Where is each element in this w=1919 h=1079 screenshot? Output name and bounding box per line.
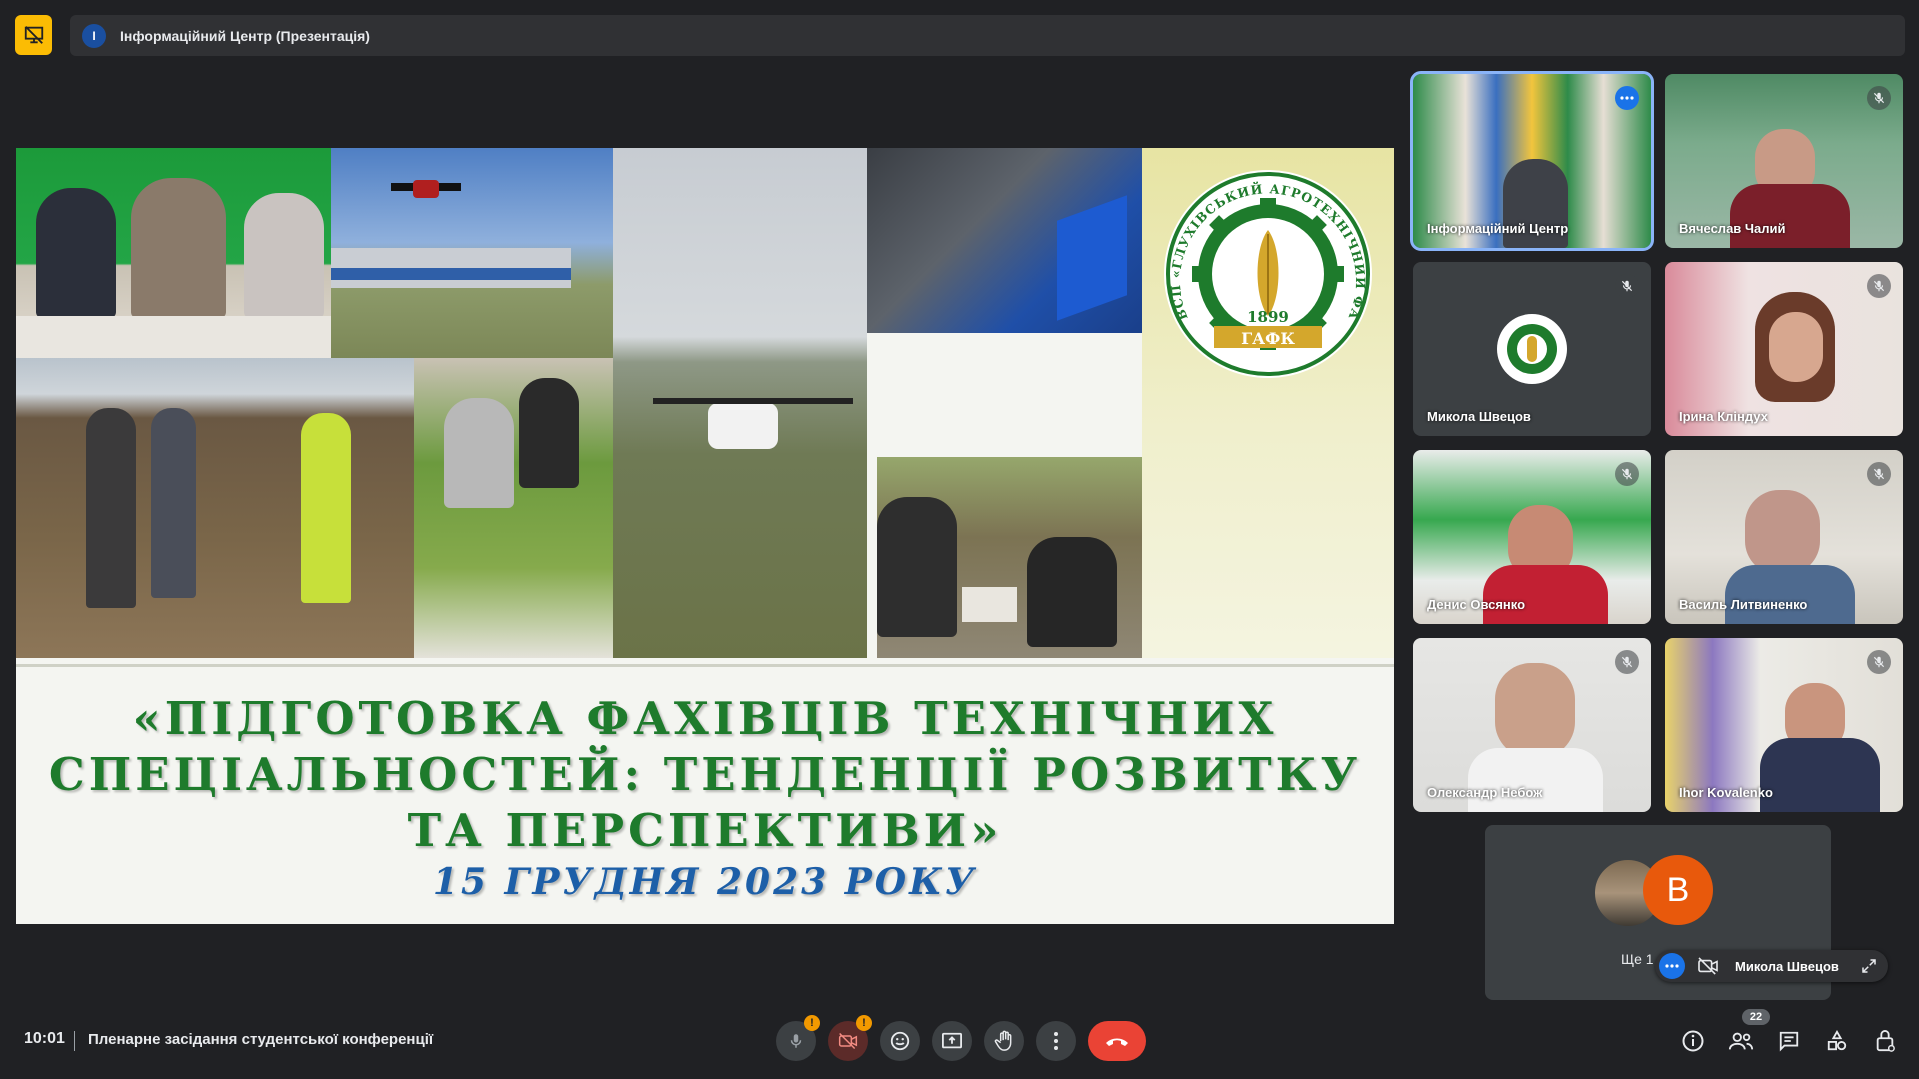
end-call-button[interactable] <box>1088 1021 1146 1061</box>
participant-name: Микола Швецов <box>1427 409 1531 424</box>
emoji-reactions-button[interactable] <box>880 1021 920 1061</box>
camera-toggle-button[interactable]: ! <box>828 1015 872 1061</box>
mic-muted-indicator <box>1615 650 1639 674</box>
photo-drone-farm <box>331 148 613 358</box>
presentation-title-bar: I Інформаційний Центр (Презентація) <box>70 15 1905 56</box>
presenter-avatar: I <box>82 23 106 48</box>
participant-tile-7[interactable]: Ihor Kovalenko <box>1665 638 1903 812</box>
participant-tile-6[interactable]: Олександр Небож <box>1413 638 1651 812</box>
people-count-badge: 22 <box>1742 1009 1770 1025</box>
mic-off-icon <box>1873 468 1885 480</box>
slide-title-line-3: ТА ПЕРСПЕКТИВИ» <box>407 804 1003 857</box>
mic-off-icon <box>1873 656 1885 668</box>
participant-more-button[interactable] <box>1615 86 1639 110</box>
logo-abbr: ГАФК <box>1241 329 1295 348</box>
activities-button[interactable] <box>1822 1026 1852 1056</box>
info-icon <box>1682 1030 1704 1052</box>
present-screen-icon <box>942 1032 962 1049</box>
participant-name: Вячеслав Чалий <box>1679 221 1786 236</box>
camera-warning-badge: ! <box>856 1015 872 1031</box>
people-button[interactable] <box>1726 1026 1756 1056</box>
expand-icon[interactable] <box>1860 957 1878 975</box>
mic-muted-indicator <box>1867 274 1891 298</box>
participant-avatar-logo <box>1497 314 1567 384</box>
presentation-title: Інформаційний Центр (Презентація) <box>120 27 370 44</box>
mic-off-icon <box>1621 656 1633 668</box>
participant-tile-5[interactable]: Василь Литвиненко <box>1665 450 1903 624</box>
participant-tile-1[interactable]: Вячеслав Чалий <box>1665 74 1903 248</box>
photo-drone-field <box>613 148 867 658</box>
camera-off-icon <box>1698 957 1718 975</box>
raise-hand-icon <box>994 1030 1012 1051</box>
participant-name: Денис Овсянко <box>1427 597 1526 612</box>
slide-date: 15 ГРУДНЯ 2023 РОКУ <box>432 861 978 903</box>
logo-year: 1899 <box>1247 308 1289 326</box>
more-vert-icon <box>1054 1032 1058 1050</box>
people-icon <box>1728 1032 1754 1050</box>
mic-muted-indicator <box>1867 86 1891 110</box>
raise-hand-button[interactable] <box>984 1021 1024 1061</box>
host-controls-button[interactable] <box>1870 1026 1900 1056</box>
photo-soil-study <box>877 457 1142 658</box>
college-logo: 1899 ГАФК ВСП «ГЛУХІВСЬКИЙ АГРОТЕХНІЧНИЙ… <box>1133 148 1372 378</box>
bottom-divider <box>74 1031 75 1051</box>
presentation-indicator-button[interactable] <box>15 15 52 55</box>
mic-toggle-button[interactable]: ! <box>776 1015 820 1061</box>
participant-name: Ihor Kovalenko <box>1679 785 1773 800</box>
others-count-label: Ще 1 <box>1621 951 1654 967</box>
photo-sunflower-field <box>16 358 414 658</box>
participant-tile-3[interactable]: Ірина Кліндух <box>1665 262 1903 436</box>
chip-more-button[interactable] <box>1659 953 1685 979</box>
presentation-off-icon <box>24 26 43 44</box>
activities-icon <box>1827 1030 1847 1051</box>
pinned-participant-name: Микола Швецов <box>1735 958 1839 974</box>
present-screen-button[interactable] <box>932 1021 972 1061</box>
photo-plant-inspection <box>414 358 613 658</box>
photo-tractor-cabin <box>867 148 1142 333</box>
other-participant-letter-avatar: B <box>1643 855 1713 925</box>
more-horiz-icon <box>1665 964 1679 968</box>
more-horiz-icon <box>1620 96 1634 100</box>
mic-warning-badge: ! <box>804 1015 820 1031</box>
college-logo-panel: 1899 ГАФК ВСП «ГЛУХІВСЬКИЙ АГРОТЕХНІЧНИЙ… <box>1133 148 1394 658</box>
meeting-info-button[interactable] <box>1678 1026 1708 1056</box>
chat-icon <box>1779 1031 1799 1052</box>
mic-off-icon <box>1873 280 1885 292</box>
meeting-title: Пленарне засідання студентської конферен… <box>88 1031 434 1048</box>
participant-name: Інформаційний Центр <box>1427 221 1569 236</box>
host-controls-icon <box>1876 1030 1895 1052</box>
clock: 10:01 <box>24 1030 65 1047</box>
emoji-icon <box>890 1031 910 1051</box>
slide-title-line-2: СПЕЦІАЛЬНОСТЕЙ: ТЕНДЕНЦІЇ РОЗВИТКУ <box>48 748 1362 801</box>
mic-muted-indicator <box>1867 462 1891 486</box>
participant-tile-0[interactable]: Інформаційний Центр <box>1410 71 1654 251</box>
mic-off-icon <box>790 1034 802 1048</box>
mic-muted-indicator <box>1615 462 1639 486</box>
more-options-button[interactable] <box>1036 1021 1076 1061</box>
end-call-icon <box>1106 1038 1128 1046</box>
camera-off-icon <box>838 1032 858 1050</box>
slide-title-line-1: «ПІДГОТОВКА ФАХІВЦІВ ТЕХНІЧНИХ <box>132 692 1278 745</box>
pinned-participant-chip[interactable]: Микола Швецов <box>1655 950 1888 982</box>
participant-tile-2[interactable]: Микола Швецов <box>1413 262 1651 436</box>
mic-muted-indicator <box>1615 274 1639 298</box>
slide-title-box: «ПІДГОТОВКА ФАХІВЦІВ ТЕХНІЧНИХ СПЕЦІАЛЬН… <box>16 664 1394 924</box>
participant-name: Олександр Небож <box>1427 785 1543 800</box>
mic-off-icon <box>1621 468 1633 480</box>
participant-name: Василь Литвиненко <box>1679 597 1808 612</box>
chat-button[interactable] <box>1774 1026 1804 1056</box>
participant-name: Ірина Кліндух <box>1679 409 1768 424</box>
mic-muted-indicator <box>1867 650 1891 674</box>
participant-tile-4[interactable]: Денис Овсянко <box>1413 450 1651 624</box>
photo-table-meeting <box>16 148 331 358</box>
presentation-slide: 1899 ГАФК ВСП «ГЛУХІВСЬКИЙ АГРОТЕХНІЧНИЙ… <box>16 148 1394 924</box>
mic-off-icon <box>1873 92 1885 104</box>
mic-off-icon <box>1621 280 1633 292</box>
